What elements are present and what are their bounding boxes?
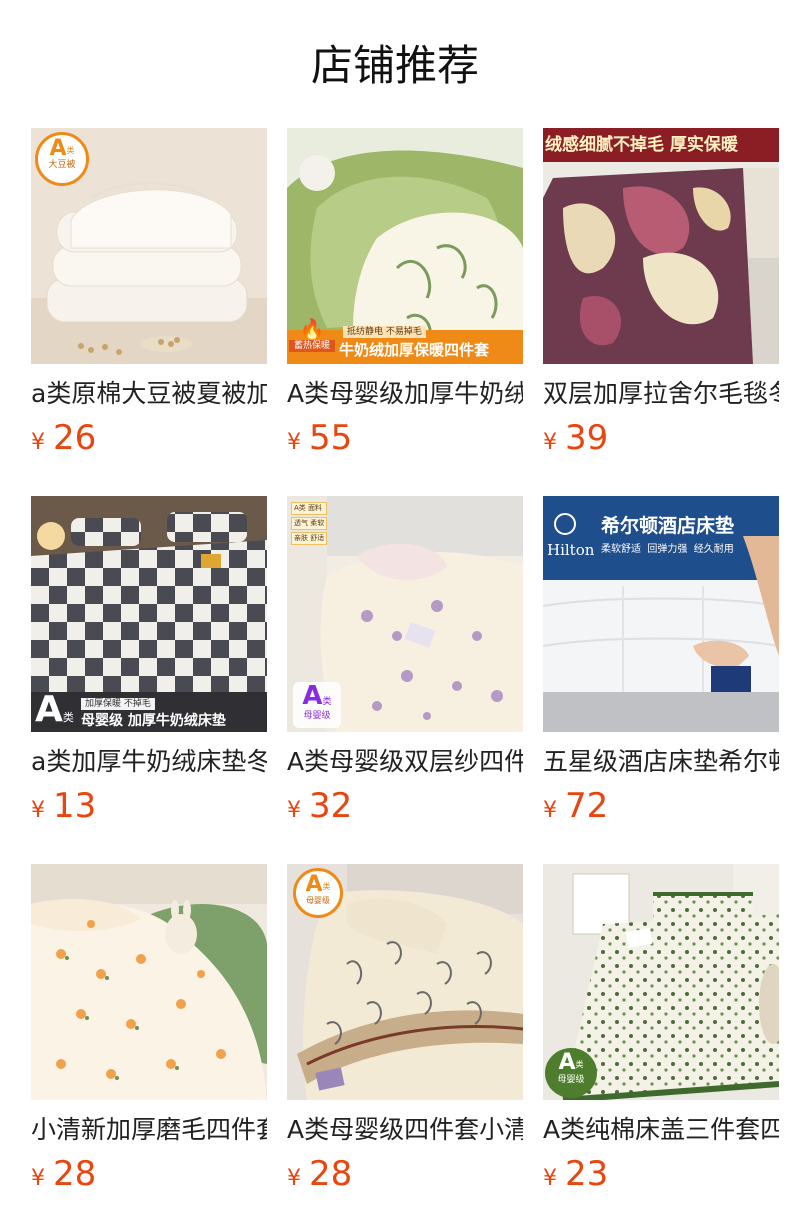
product-price: ¥72	[543, 786, 608, 826]
product-card[interactable]: 加厚保暖 不掉毛 A类 母婴级 加厚牛奶绒床垫 a类加厚牛奶绒床垫冬季 ¥13	[31, 496, 267, 864]
product-name[interactable]: A类母婴级四件套小清新	[287, 1114, 523, 1146]
product-image-quilt[interactable]: A类 大豆被	[31, 128, 267, 364]
product-name[interactable]: a类加厚牛奶绒床垫冬季	[31, 746, 267, 778]
price-value: 28	[309, 1154, 353, 1194]
product-price: ¥39	[543, 418, 608, 458]
grade-badge: A类 大豆被	[35, 132, 89, 186]
page-title: 店铺推荐	[310, 41, 479, 90]
grade-badge: A类 母婴级	[545, 1048, 597, 1098]
currency-symbol: ¥	[287, 430, 301, 455]
grade-badge: A类 母婴级	[293, 682, 341, 728]
hotel-banner-sub: 柔软舒适 回弹力强 经久耐用	[601, 544, 734, 555]
grade-badge-sub: 类	[66, 146, 75, 155]
brand-name: Hilton	[547, 541, 595, 559]
product-name[interactable]: A类纯棉床盖三件套四季	[543, 1114, 779, 1146]
product-card[interactable]: 🔥 蓄热保暖 抵纺静电 不易掉毛 牛奶绒加厚保暖四件套 A类母婴级加厚牛奶绒四件…	[287, 128, 523, 496]
price-value: 32	[309, 786, 353, 826]
product-image-blanket[interactable]: 绒感细腻不掉毛 厚实保暖	[543, 128, 779, 364]
grade-mark: A类	[35, 690, 74, 730]
product-image-leaf-bedding[interactable]: A类 母婴级	[287, 864, 523, 1100]
small-tag: 加厚保暖 不掉毛	[81, 698, 155, 710]
product-card[interactable]: A类 母婴级 A类母婴级四件套小清新 ¥28	[287, 864, 523, 1232]
promo-banner: 绒感细腻不掉毛 厚实保暖	[545, 135, 738, 155]
product-name[interactable]: 五星级酒店床垫希尔顿	[543, 746, 779, 778]
product-grid: A类 大豆被 a类原棉大豆被夏被加厚 ¥26 🔥 蓄	[31, 128, 779, 1232]
product-image-gauze-bedding[interactable]: A类 面料 透气 柔软 亲肤 舒适 A类 母婴级	[287, 496, 523, 732]
currency-symbol: ¥	[543, 1166, 557, 1191]
product-price: ¥28	[287, 1154, 352, 1194]
grade-mark-letter: A	[35, 689, 63, 730]
grade-badge-caption: 母婴级	[557, 1075, 585, 1085]
product-image-mattress-pad[interactable]: 加厚保暖 不掉毛 A类 母婴级 加厚牛奶绒床垫	[31, 496, 267, 732]
grade-badge-caption: 母婴级	[303, 711, 331, 721]
product-image-bedspread[interactable]: A类 母婴级	[543, 864, 779, 1100]
currency-symbol: ¥	[31, 430, 45, 455]
flame-icon: 🔥	[299, 317, 325, 341]
currency-symbol: ¥	[287, 798, 301, 823]
grade-badge-letter: A	[558, 1050, 576, 1075]
product-image-hotel-mattress[interactable]: 希尔顿酒店床垫 Hilton 柔软舒适 回弹力强 经久耐用	[543, 496, 779, 732]
product-card[interactable]: 小清新加厚磨毛四件套 ¥28	[31, 864, 267, 1232]
product-image-floral-bedding[interactable]	[31, 864, 267, 1100]
grade-badge-sub: 类	[322, 697, 332, 707]
product-price: ¥26	[31, 418, 96, 458]
product-name[interactable]: a类原棉大豆被夏被加厚	[31, 378, 267, 410]
feature-tag: 透气 柔软	[291, 517, 328, 530]
grade-badge-letter: A	[305, 872, 323, 897]
product-card[interactable]: A类 面料 透气 柔软 亲肤 舒适 A类 母婴级 A类母婴级双层纱四件套 ¥32	[287, 496, 523, 864]
currency-symbol: ¥	[543, 430, 557, 455]
grade-mark-sub: 类	[62, 711, 74, 724]
price-value: 55	[309, 418, 353, 458]
price-value: 23	[565, 1154, 609, 1194]
product-price: ¥28	[31, 1154, 96, 1194]
grade-badge-sub: 类	[575, 1060, 584, 1069]
warm-tag-label: 蓄热保暖	[289, 340, 335, 352]
currency-symbol: ¥	[31, 798, 45, 823]
grade-badge: A类 母婴级	[293, 868, 343, 918]
warm-tag: 🔥 蓄热保暖	[289, 318, 335, 362]
price-value: 13	[53, 786, 97, 826]
product-price: ¥13	[31, 786, 96, 826]
currency-symbol: ¥	[31, 1166, 45, 1191]
grade-badge-sub: 类	[322, 882, 331, 891]
promo-banner: 母婴级 加厚牛奶绒床垫	[81, 713, 226, 729]
blanket-image	[543, 128, 779, 364]
hotel-banner: 希尔顿酒店床垫	[601, 515, 735, 537]
currency-symbol: ¥	[287, 1166, 301, 1191]
product-price: ¥23	[543, 1154, 608, 1194]
grade-badge-letter: A	[302, 681, 323, 711]
price-value: 26	[53, 418, 97, 458]
product-name[interactable]: A类母婴级双层纱四件套	[287, 746, 523, 778]
product-card[interactable]: 希尔顿酒店床垫 Hilton 柔软舒适 回弹力强 经久耐用 五星级酒店床垫希尔顿…	[543, 496, 779, 864]
price-value: 39	[565, 418, 609, 458]
product-name[interactable]: 小清新加厚磨毛四件套	[31, 1114, 267, 1146]
grade-badge-letter: A	[49, 136, 67, 161]
small-tag: 抵纺静电 不易掉毛	[343, 326, 426, 338]
product-card[interactable]: A类 母婴级 A类纯棉床盖三件套四季 ¥23	[543, 864, 779, 1232]
product-image-bedding[interactable]: 🔥 蓄热保暖 抵纺静电 不易掉毛 牛奶绒加厚保暖四件套	[287, 128, 523, 364]
feature-tag: 亲肤 舒适	[291, 532, 328, 545]
floral-bedding-image	[31, 864, 267, 1100]
feature-tags: A类 面料 透气 柔软 亲肤 舒适	[291, 502, 328, 545]
product-name[interactable]: 双层加厚拉舍尔毛毯冬季	[543, 378, 779, 410]
currency-symbol: ¥	[543, 798, 557, 823]
product-card[interactable]: 绒感细腻不掉毛 厚实保暖 双层加厚拉舍尔毛毯冬季 ¥39	[543, 128, 779, 496]
product-card[interactable]: A类 大豆被 a类原棉大豆被夏被加厚 ¥26	[31, 128, 267, 496]
feature-tag: A类 面料	[291, 502, 328, 515]
product-price: ¥32	[287, 786, 352, 826]
product-name[interactable]: A类母婴级加厚牛奶绒四件套	[287, 378, 523, 410]
promo-banner: 牛奶绒加厚保暖四件套	[339, 341, 490, 359]
price-value: 28	[53, 1154, 97, 1194]
price-value: 72	[565, 786, 609, 826]
product-price: ¥55	[287, 418, 352, 458]
